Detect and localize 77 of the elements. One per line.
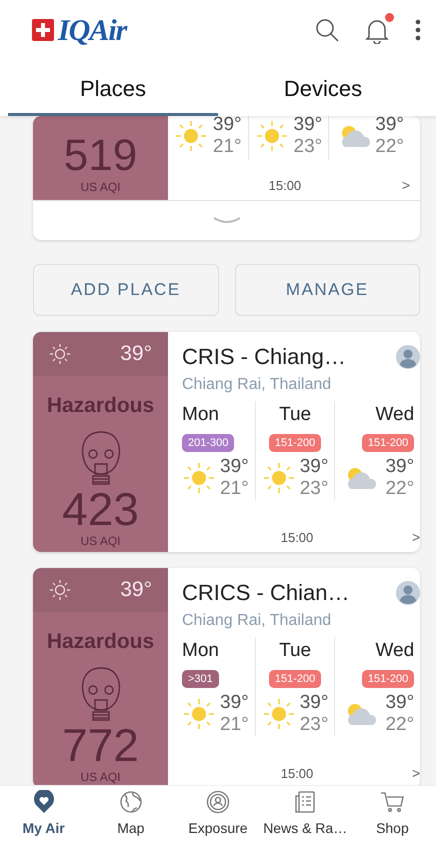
sun-icon bbox=[254, 119, 289, 153]
high-temp: 39° bbox=[375, 116, 404, 136]
chevron-icon[interactable]: > bbox=[412, 527, 420, 548]
high-temp: 39° bbox=[220, 456, 249, 478]
chevron-icon[interactable]: > bbox=[402, 175, 410, 196]
low-temp: 22° bbox=[375, 136, 404, 158]
sun-outline-icon bbox=[49, 579, 71, 601]
current-temp: 39° bbox=[120, 577, 152, 604]
high-temp: 39° bbox=[220, 692, 249, 714]
nav-tab[interactable]: My Air bbox=[0, 786, 88, 843]
person-rings-icon bbox=[206, 790, 230, 814]
aqi-range: 151-200 bbox=[268, 434, 322, 452]
aqi-range: >301 bbox=[182, 670, 219, 688]
news-icon bbox=[293, 790, 318, 814]
nav-tab[interactable]: News & Ra… bbox=[262, 786, 349, 843]
forecast-day: Mon bbox=[182, 401, 219, 430]
place-name[interactable]: CRICS - Chian… bbox=[182, 576, 350, 609]
sun-icon bbox=[174, 119, 208, 153]
aqi-status: Hazardous bbox=[46, 393, 154, 419]
low-temp: 23° bbox=[294, 136, 322, 158]
place-location: Chiang Rai, Thailand bbox=[182, 375, 332, 395]
nav-tab[interactable]: Map bbox=[87, 786, 174, 843]
aqi-unit: US AQI bbox=[80, 179, 120, 196]
update-time: 15:00 bbox=[280, 528, 314, 547]
high-temp: 39° bbox=[385, 692, 414, 714]
high-temp: 39° bbox=[300, 456, 328, 478]
place-name[interactable]: CRIS - Chiang… bbox=[182, 340, 346, 373]
update-time: 15:00 bbox=[268, 176, 302, 195]
current-temp: 39° bbox=[120, 341, 152, 368]
low-temp: 21° bbox=[220, 478, 249, 500]
forecast-day: Wed bbox=[375, 401, 414, 430]
globe-icon bbox=[118, 790, 143, 814]
forecast-day: Wed bbox=[375, 637, 414, 666]
aqi-unit: US AQI bbox=[80, 768, 120, 785]
high-temp: 39° bbox=[300, 692, 328, 714]
high-temp: 39° bbox=[212, 116, 242, 136]
forecast-day: Tue bbox=[279, 401, 312, 430]
forecast-day: Tue bbox=[279, 637, 312, 666]
search-icon[interactable] bbox=[314, 17, 340, 43]
nav-tab[interactable]: Exposure bbox=[174, 786, 262, 843]
aqi-unit: US AQI bbox=[80, 532, 120, 550]
logo-text: IQAir bbox=[58, 12, 126, 48]
sun-icon bbox=[182, 460, 216, 495]
sun-outline-icon bbox=[49, 343, 71, 365]
action-button[interactable]: ADD PLACE bbox=[33, 264, 218, 316]
aqi-range: 151-200 bbox=[362, 434, 414, 452]
low-temp: 23° bbox=[300, 714, 328, 736]
logo-icon bbox=[32, 19, 54, 41]
sun-icon bbox=[262, 460, 296, 495]
nav-tab[interactable]: Shop bbox=[348, 786, 436, 843]
low-temp: 23° bbox=[300, 478, 328, 500]
cart-icon bbox=[380, 790, 404, 814]
low-temp: 21° bbox=[220, 714, 249, 736]
place-location: Chiang Rai, Thailand bbox=[182, 611, 332, 631]
avatar-icon bbox=[396, 580, 420, 604]
heart-pin-icon bbox=[32, 790, 56, 814]
high-temp: 39° bbox=[385, 456, 414, 478]
sun-icon bbox=[182, 696, 216, 731]
action-button[interactable]: MANAGE bbox=[234, 264, 420, 316]
sun-icon bbox=[262, 696, 296, 731]
low-temp: 22° bbox=[385, 714, 414, 736]
chevron-icon[interactable]: > bbox=[412, 763, 420, 784]
tab[interactable]: Devices bbox=[218, 71, 428, 116]
low-temp: 22° bbox=[385, 478, 414, 500]
aqi-range: 151-200 bbox=[362, 670, 414, 688]
low-temp: 21° bbox=[212, 136, 242, 158]
more-icon[interactable] bbox=[414, 18, 422, 42]
update-time: 15:00 bbox=[280, 764, 314, 783]
high-temp: 39° bbox=[294, 116, 322, 136]
aqi-range: 201-300 bbox=[182, 434, 234, 452]
aqi-status: Hazardous bbox=[46, 629, 154, 655]
aqi-value: 423 bbox=[62, 486, 139, 532]
aqi-value: 772 bbox=[62, 722, 139, 768]
forecast-day: Mon bbox=[182, 637, 219, 666]
aqi-value: 519 bbox=[64, 134, 138, 178]
aqi-range: 151-200 bbox=[268, 670, 322, 688]
avatar-icon bbox=[396, 344, 420, 368]
